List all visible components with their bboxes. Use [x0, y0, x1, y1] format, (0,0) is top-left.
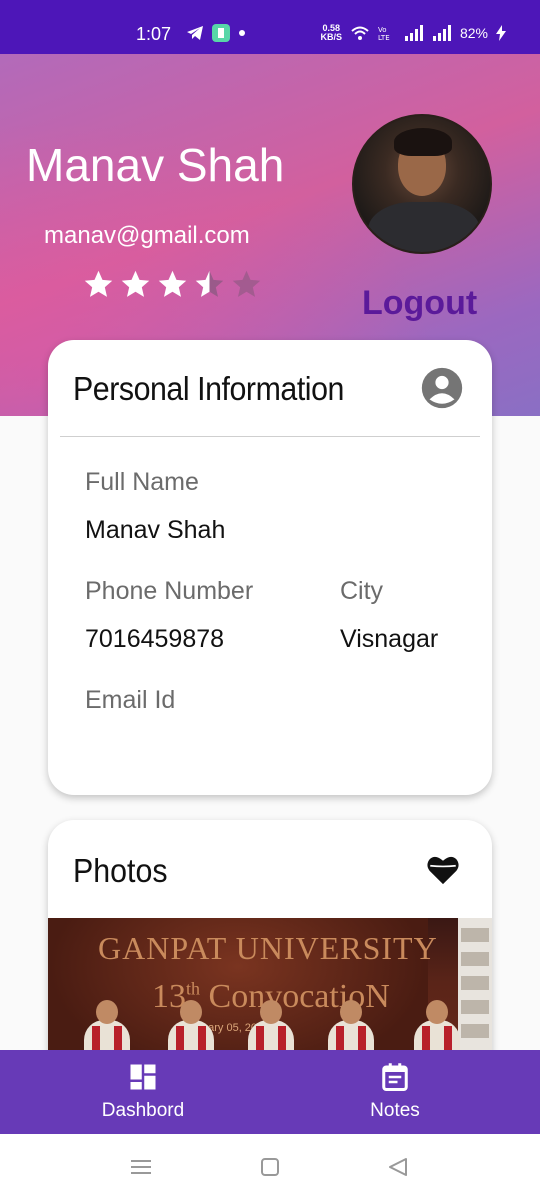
wifi-icon	[351, 26, 369, 40]
full-name-value: Manav Shah	[85, 516, 226, 544]
city-value: Visnagar	[340, 625, 439, 653]
nav-dashboard[interactable]: Dashbord	[0, 1050, 270, 1134]
star-icon	[158, 270, 187, 297]
telegram-icon	[187, 26, 203, 40]
photo-title: GANPAT UNIVERSITY	[98, 930, 438, 966]
heart-icon[interactable]	[426, 854, 460, 886]
charging-icon	[496, 25, 506, 41]
divider	[60, 436, 480, 437]
back-icon[interactable]	[388, 1158, 408, 1176]
personal-info-title: Personal Information	[73, 370, 344, 407]
avatar[interactable]	[352, 114, 492, 254]
photos-card: Photos GANPAT UNIVERSITY 13th Convocatio…	[48, 820, 492, 1080]
battery-level: 82%	[459, 25, 488, 41]
profile-email: manav@gmail.com	[44, 222, 250, 249]
logout-button[interactable]: Logout	[362, 284, 477, 323]
dot-icon	[239, 30, 245, 36]
svg-text:LTE: LTE	[378, 34, 390, 41]
profile-screen: 1:07 0.58 KB/S Vo LTE 82% Manav Shah mana…	[0, 0, 540, 1200]
calendar-note-icon	[382, 1063, 408, 1091]
network-speed: 0.58 KB/S	[320, 23, 342, 42]
nav-notes-label: Notes	[370, 1100, 420, 1121]
menu-icon[interactable]	[131, 1158, 151, 1176]
account-circle-icon	[421, 367, 463, 409]
email-label: Email Id	[85, 686, 176, 714]
app-icon	[212, 24, 230, 42]
nav-notes[interactable]: Notes	[270, 1050, 540, 1134]
svg-text:Vo: Vo	[378, 26, 387, 34]
phone-value: 7016459878	[85, 625, 225, 653]
status-time: 1:07	[136, 24, 172, 44]
signal-icon	[432, 25, 451, 41]
star-empty-icon	[232, 270, 261, 297]
volte-icon: VoLTE	[378, 26, 390, 41]
nav-dashboard-label: Dashbord	[101, 1100, 185, 1121]
full-name-label: Full Name	[85, 468, 199, 496]
photos-title: Photos	[73, 852, 168, 889]
star-icon	[84, 270, 113, 297]
signal-icon	[404, 25, 423, 41]
star-half-icon	[195, 270, 224, 297]
personal-info-card: Personal Information Full Name Manav Sha…	[48, 340, 492, 795]
star-icon	[121, 270, 150, 297]
system-nav-bar	[0, 1134, 540, 1200]
city-label: City	[340, 577, 384, 605]
home-icon[interactable]	[260, 1158, 280, 1176]
rating-bar[interactable]	[82, 268, 263, 301]
status-bar: 1:07 0.58 KB/S Vo LTE 82%	[0, 0, 540, 54]
bottom-nav: Dashbord Notes	[0, 1050, 540, 1134]
profile-name: Manav Shah	[26, 139, 285, 191]
phone-label: Phone Number	[85, 577, 254, 605]
dashboard-icon	[130, 1064, 156, 1090]
